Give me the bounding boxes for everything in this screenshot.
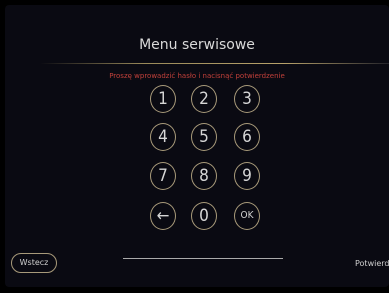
key-4-button[interactable]: 4: [150, 123, 176, 151]
password-entry-line[interactable]: [123, 258, 283, 259]
key-2-button[interactable]: 2: [191, 85, 217, 113]
key-1-button[interactable]: 1: [150, 85, 176, 113]
key-0-button[interactable]: 0: [191, 202, 217, 230]
confirm-button[interactable]: Potwierdź: [355, 259, 389, 268]
key-3-button[interactable]: 3: [234, 85, 260, 113]
back-button[interactable]: Wstecz: [11, 253, 57, 273]
ok-button[interactable]: OK: [234, 202, 260, 230]
key-7-button[interactable]: 7: [150, 162, 176, 190]
key-8-button[interactable]: 8: [191, 162, 217, 190]
key-6-button[interactable]: 6: [234, 123, 260, 151]
key-5-button[interactable]: 5: [191, 123, 217, 151]
key-9-button[interactable]: 9: [234, 162, 260, 190]
password-prompt: Proszę wprowadzić hasło i nacisnąć potwi…: [109, 72, 285, 80]
page-title: Menu serwisowe: [139, 37, 255, 53]
backspace-button[interactable]: ←: [150, 202, 176, 230]
header-divider: [40, 63, 389, 64]
service-menu-screen: Menu serwisowe Proszę wprowadzić hasło i…: [5, 5, 389, 287]
